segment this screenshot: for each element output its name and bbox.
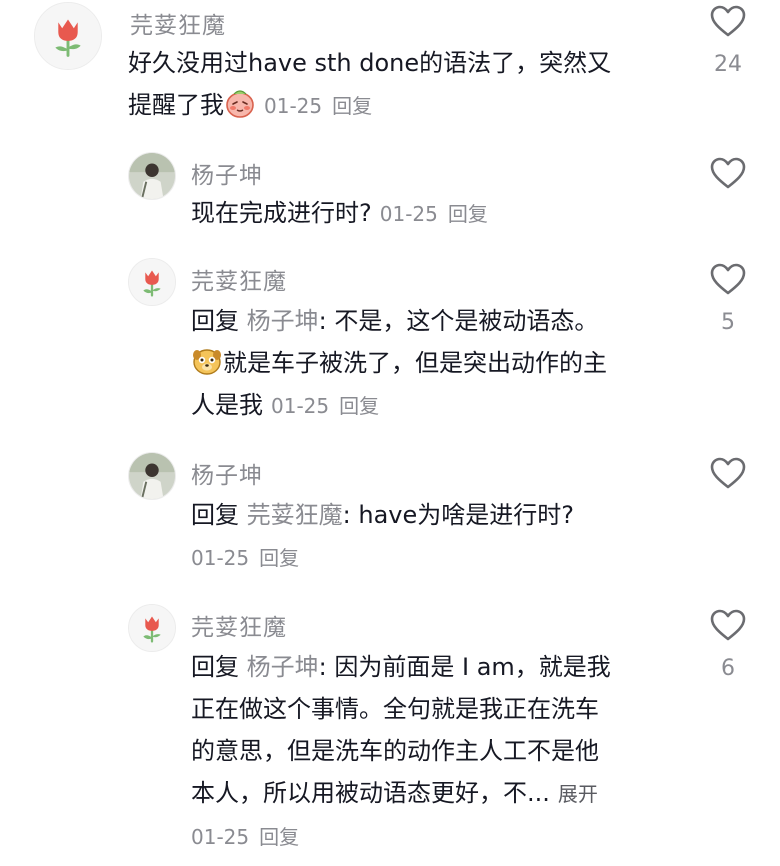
reply-button[interactable]: 回复	[448, 202, 488, 226]
like-button[interactable]	[706, 156, 750, 190]
like-count: 5	[721, 310, 735, 335]
reply-button[interactable]: 回复	[332, 94, 372, 118]
heart-outline-icon[interactable]	[709, 608, 747, 642]
comment-text: 好久没用过have sth done的语法了，突然又 提醒了我 01-25 回复	[128, 42, 688, 127]
reply-to-username[interactable]: 杨子坤	[247, 307, 319, 335]
comment-text-line: 本人，所以用被动语态更好，不... 展开	[191, 772, 711, 815]
comment-text-line: 人是我 01-25 回复	[191, 384, 691, 427]
reply-prefix: 回复	[191, 501, 239, 529]
comment-text-fragment: : 因为前面是 I am，就是我	[318, 653, 611, 681]
comment-text-line: 好久没用过have sth done的语法了，突然又	[128, 49, 612, 77]
comment-text-line: 回复 芫荽狂魔: have为啥是进行时?	[191, 494, 691, 536]
like-button[interactable]: 24	[706, 4, 750, 77]
comment-text: 回复 芫荽狂魔: have为啥是进行时? 01-25 回复	[191, 494, 691, 579]
user-avatar[interactable]	[34, 2, 102, 70]
comment-username[interactable]: 杨子坤	[191, 156, 263, 190]
comment-date: 01-25	[191, 546, 250, 570]
reply-prefix: 回复	[191, 307, 239, 335]
heart-outline-icon[interactable]	[709, 456, 747, 490]
tulip-avatar-icon	[129, 259, 175, 305]
reply-to-username[interactable]: 杨子坤	[247, 653, 319, 681]
comment-text-fragment: 人是我	[191, 391, 263, 419]
person-photo-avatar-icon	[129, 153, 175, 199]
heart-outline-icon[interactable]	[709, 156, 747, 190]
comment-username[interactable]: 芫荽狂魔	[191, 608, 287, 642]
comment-text-line: 01-25 回复	[191, 815, 711, 858]
comment-meta: 01-25 回复	[271, 394, 379, 418]
reply-button[interactable]: 回复	[259, 546, 299, 570]
user-avatar[interactable]	[128, 604, 176, 652]
comment-text-fragment: 本人，所以用被动语态更好，不...	[191, 779, 550, 807]
comment-text-fragment: : 不是，这个是被动语态。	[318, 307, 599, 335]
comment-text-fragment: 现在完成进行时?	[191, 199, 372, 227]
comment-text-fragment: : have为啥是进行时?	[342, 501, 574, 529]
comment-text-line: 的意思，但是洗车的动作主人工不是他	[191, 737, 599, 765]
comment-text-line: 回复 杨子坤: 不是，这个是被动语态。	[191, 300, 691, 342]
comment-text: 回复 杨子坤: 因为前面是 I am，就是我 正在做这个事情。全句就是我正在洗车…	[191, 646, 711, 858]
comment-date: 01-25	[191, 825, 250, 849]
tulip-avatar-icon	[35, 3, 101, 69]
like-button[interactable]: 5	[706, 262, 750, 335]
user-avatar[interactable]	[128, 152, 176, 200]
like-count: 6	[721, 656, 735, 681]
comment-text-fragment: 就是车子被洗了，但是突出动作的主	[223, 349, 607, 377]
comment-text: 现在完成进行时? 01-25 回复	[191, 192, 691, 235]
comment-text-line: 回复 杨子坤: 因为前面是 I am，就是我	[191, 646, 711, 688]
comment-username[interactable]: 芫荽狂魔	[130, 6, 226, 40]
reply-prefix: 回复	[191, 653, 239, 681]
like-count: 24	[714, 52, 742, 77]
comment-4: 杨子坤 回复 芫荽狂魔: have为啥是进行时? 01-25 回复	[0, 448, 780, 588]
heart-outline-icon[interactable]	[709, 262, 747, 296]
comment-1: 芫荽狂魔 好久没用过have sth done的语法了，突然又 提醒了我 01-…	[0, 0, 780, 140]
comment-text-line: 就是车子被洗了，但是突出动作的主	[191, 342, 691, 384]
comment-meta: 01-25 回复	[191, 546, 299, 570]
comment-meta: 01-25 回复	[191, 825, 299, 849]
comment-username[interactable]: 芫荽狂魔	[191, 262, 287, 296]
comment-meta: 01-25 回复	[380, 202, 488, 226]
expand-button[interactable]: 展开	[558, 782, 598, 806]
like-button[interactable]	[706, 456, 750, 490]
comment-meta: 01-25 回复	[264, 94, 372, 118]
comment-date: 01-25	[271, 394, 330, 418]
tulip-avatar-icon	[129, 605, 175, 651]
reply-button[interactable]: 回复	[339, 394, 379, 418]
comment-username[interactable]: 杨子坤	[191, 456, 263, 490]
like-button[interactable]: 6	[706, 608, 750, 681]
comment-5: 芫荽狂魔 回复 杨子坤: 因为前面是 I am，就是我 正在做这个事情。全句就是…	[0, 600, 780, 866]
person-photo-avatar-icon	[129, 453, 175, 499]
comment-2: 杨子坤 现在完成进行时? 01-25 回复	[0, 148, 780, 248]
user-avatar[interactable]	[128, 452, 176, 500]
reply-button[interactable]: 回复	[259, 825, 299, 849]
dog-face-emoji-icon	[191, 345, 223, 377]
comment-text-line: 现在完成进行时? 01-25 回复	[191, 192, 691, 235]
comment-text-line: 正在做这个事情。全句就是我正在洗车	[191, 695, 599, 723]
comment-text-line: 提醒了我 01-25 回复	[128, 84, 688, 127]
comment-3: 芫荽狂魔 回复 杨子坤: 不是，这个是被动语态。 就是车子被洗了，但是突出动作的…	[0, 254, 780, 434]
comment-text: 回复 杨子坤: 不是，这个是被动语态。 就是车子被洗了，但是突出动作的主 人是我…	[191, 300, 691, 427]
comment-text-fragment: 提醒了我	[128, 91, 224, 119]
shy-blush-emoji-icon	[224, 87, 256, 119]
comment-date: 01-25	[379, 202, 438, 226]
comment-date: 01-25	[264, 94, 323, 118]
heart-outline-icon[interactable]	[709, 4, 747, 38]
reply-to-username[interactable]: 芫荽狂魔	[247, 501, 343, 529]
user-avatar[interactable]	[128, 258, 176, 306]
comment-text-line: 01-25 回复	[191, 536, 691, 579]
